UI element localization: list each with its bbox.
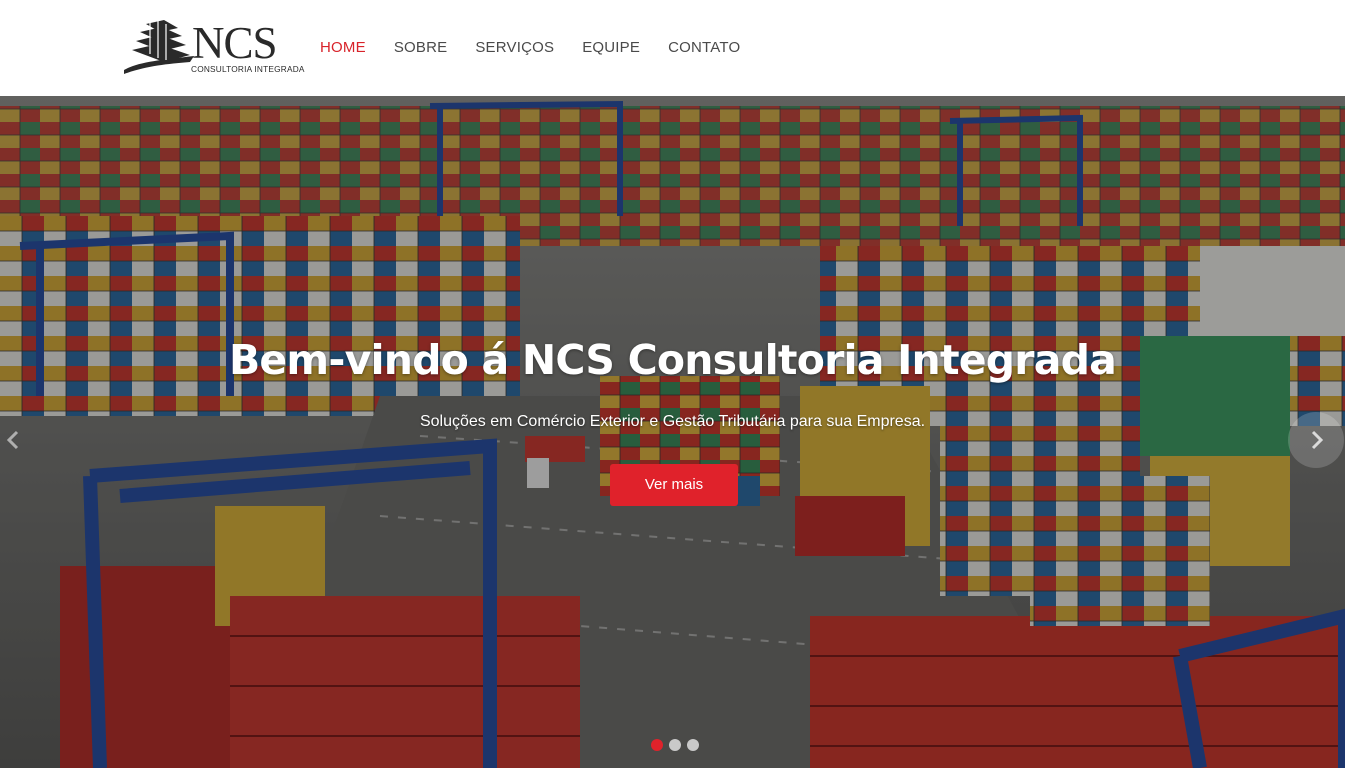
main-nav: HOME SOBRE SERVIÇOS EQUIPE CONTATO [320,38,768,58]
slider-dot-3[interactable] [687,739,699,751]
brand-name: NCS [192,18,278,68]
slider-dot-2[interactable] [669,739,681,751]
ver-mais-button[interactable]: Ver mais [610,464,738,506]
hero-subtitle: Soluções em Comércio Exterior e Gestão T… [419,413,926,430]
chevron-left-icon [6,430,19,450]
nav-item-equipe[interactable]: EQUIPE [582,38,640,58]
hero-title: Bem-vindo á NCS Consultoria Integrada [228,336,1117,384]
nav-item-servicos[interactable]: SERVIÇOS [475,38,554,58]
slider-dot-1[interactable] [651,739,663,751]
brand-tagline: CONSULTORIA INTEGRADA [191,64,305,74]
brand-logo[interactable]: NCS CONSULTORIA INTEGRADA [120,18,304,78]
nav-item-sobre[interactable]: SOBRE [394,38,448,58]
hero-slider: Bem-vindo á NCS Consultoria Integrada So… [0,96,1345,768]
slider-dots [651,739,699,751]
slider-next-button[interactable] [1288,412,1344,468]
nav-item-home[interactable]: HOME [320,38,366,58]
chevron-right-icon [1311,430,1324,450]
nav-item-contato[interactable]: CONTATO [668,38,740,58]
hero-overlay [0,96,1345,768]
site-header: NCS CONSULTORIA INTEGRADA HOME SOBRE SER… [0,0,1345,96]
ship-hull-icon [124,20,194,74]
